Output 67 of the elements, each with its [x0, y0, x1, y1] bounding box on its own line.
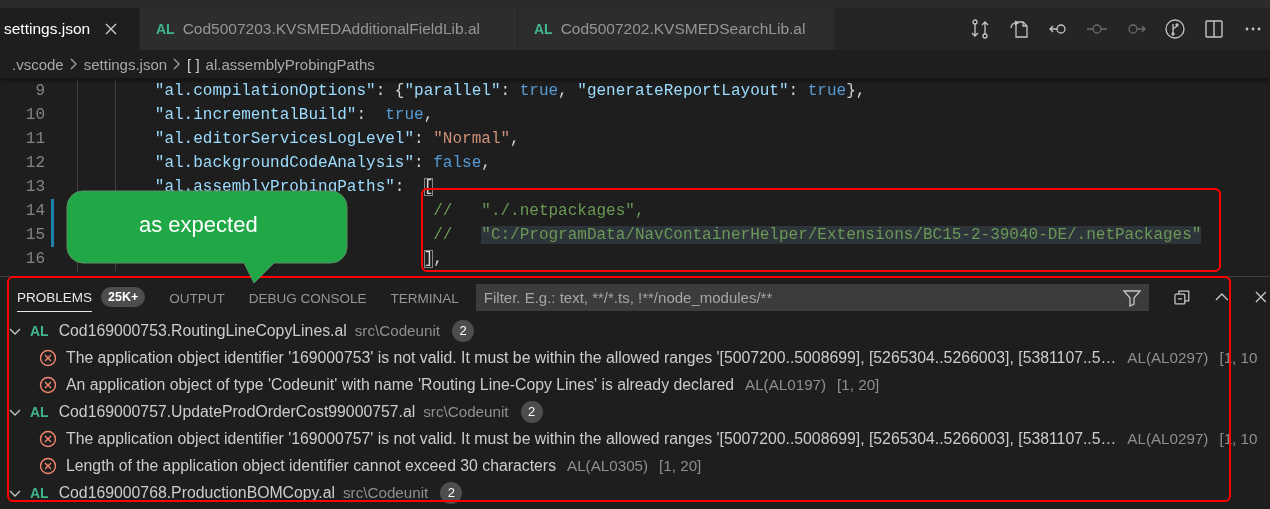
problem-position: [1, 20]	[837, 376, 880, 393]
problem-code: AL(AL0305)	[567, 457, 649, 474]
line-number: 16	[24, 250, 45, 268]
file-type-label: AL	[30, 403, 49, 420]
problem-code: AL(AL0297)	[1127, 349, 1209, 366]
line-number: 12	[24, 154, 45, 172]
problem-message[interactable]: The application object identifier '169000757' is not valid. It must be within the allowed ranges '[5007200..5008699], [5265304..5266003], [5381107..5…	[66, 429, 1117, 448]
file-type-label: AL	[156, 21, 175, 37]
problem-message[interactable]: An application object of type 'Codeunit' with name 'Routing Line-Copy Lines' is already declared	[66, 375, 735, 394]
code-line: "al.backgroundCodeAnalysis": false,	[153, 154, 491, 172]
split-editor-icon[interactable]	[1203, 18, 1225, 40]
error-icon	[39, 375, 57, 394]
line-number: 14	[24, 202, 45, 220]
file-path: src\Codeunit	[343, 484, 429, 501]
problem-message[interactable]: Length of the application object identifier cannot exceed 30 characters	[66, 456, 557, 475]
code-line: "al.incrementalBuild": true,	[153, 106, 434, 124]
file-type-label: AL	[30, 484, 49, 501]
count-badge: 25K+	[101, 287, 146, 307]
tab-label: settings.json	[4, 20, 91, 38]
panel-tab[interactable]: DEBUG CONSOLE	[248, 282, 367, 312]
line-number: 13	[24, 178, 45, 196]
branch-icon[interactable]	[1164, 18, 1186, 40]
panel-tab[interactable]: PROBLEMS	[17, 282, 93, 312]
panel-tab[interactable]: TERMINAL	[390, 282, 459, 312]
file-path: src\Codeunit	[423, 403, 509, 420]
count-badge: 2	[520, 400, 543, 423]
callout-text: as expected	[139, 212, 258, 238]
file-name[interactable]: Cod169000757.UpdateProdOrderCost99000757.al	[58, 402, 416, 421]
close-icon[interactable]	[104, 22, 119, 36]
problem-code: AL(AL0297)	[1127, 430, 1209, 447]
tab-label: Cod5007203.KVSMEDAdditionalFieldLib.al	[182, 20, 480, 38]
problem-code: AL(AL0197)	[745, 376, 827, 393]
collapse-all-icon[interactable]	[1172, 288, 1191, 306]
filter-field[interactable]: Filter. E.g.: text, **/*.ts, !**/node_modules/**	[475, 283, 1149, 311]
file-path: src\Codeunit	[354, 322, 440, 339]
error-icon	[39, 456, 57, 475]
code-line: "al.editorServicesLogLevel": "Normal",	[153, 130, 520, 148]
editor-tab[interactable]: settings.json	[0, 8, 140, 50]
open-file-icon[interactable]	[1008, 18, 1030, 40]
chevron-right-icon	[173, 58, 182, 70]
code-line: "al.compilationOptions": {"parallel": true, "generateReportLayout": true},	[153, 82, 866, 100]
chevron-right-icon	[69, 58, 78, 70]
line-number: 15	[24, 226, 45, 244]
editor-tab[interactable]: AL Cod5007203.KVSMEDAdditionalFieldLib.al	[140, 8, 518, 50]
tab-label: Cod5007202.KVSMEDSearchLib.al	[560, 20, 806, 38]
file-type-label: AL	[534, 21, 553, 37]
file-type-label: AL	[30, 322, 49, 339]
breadcrumb-item[interactable]: .vscode	[12, 55, 64, 73]
count-badge: 2	[440, 481, 463, 504]
line-number: 11	[24, 130, 45, 148]
line-number: 9	[34, 82, 45, 100]
problem-message[interactable]: The application object identifier '169000753' is not valid. It must be within the allowed ranges '[5007200..5008699], [5265304..5266003], [5381107..5…	[66, 348, 1117, 367]
line-number: 10	[24, 106, 45, 124]
editor-tab[interactable]: AL Cod5007202.KVSMEDSearchLib.al	[518, 8, 835, 50]
code-line: // "./.netpackages",	[432, 202, 645, 220]
error-icon	[39, 429, 57, 448]
breadcrumb-item[interactable]: al.assemblyProbingPaths	[205, 55, 375, 73]
file-name[interactable]: Cod169000753.RoutingLineCopyLines.al	[58, 321, 347, 340]
breadcrumb-item[interactable]: settings.json	[83, 55, 168, 73]
file-name[interactable]: Cod169000768.ProductionBOMCopy.al	[58, 483, 335, 502]
count-badge: 2	[452, 319, 474, 342]
panel-tab[interactable]: OUTPUT	[169, 282, 225, 312]
error-icon	[39, 348, 57, 367]
problem-position: [1, 20]	[659, 457, 702, 474]
compare-changes-icon[interactable]	[969, 18, 991, 40]
filter-icon[interactable]	[1121, 287, 1142, 308]
array-symbol: [ ]	[187, 55, 200, 73]
